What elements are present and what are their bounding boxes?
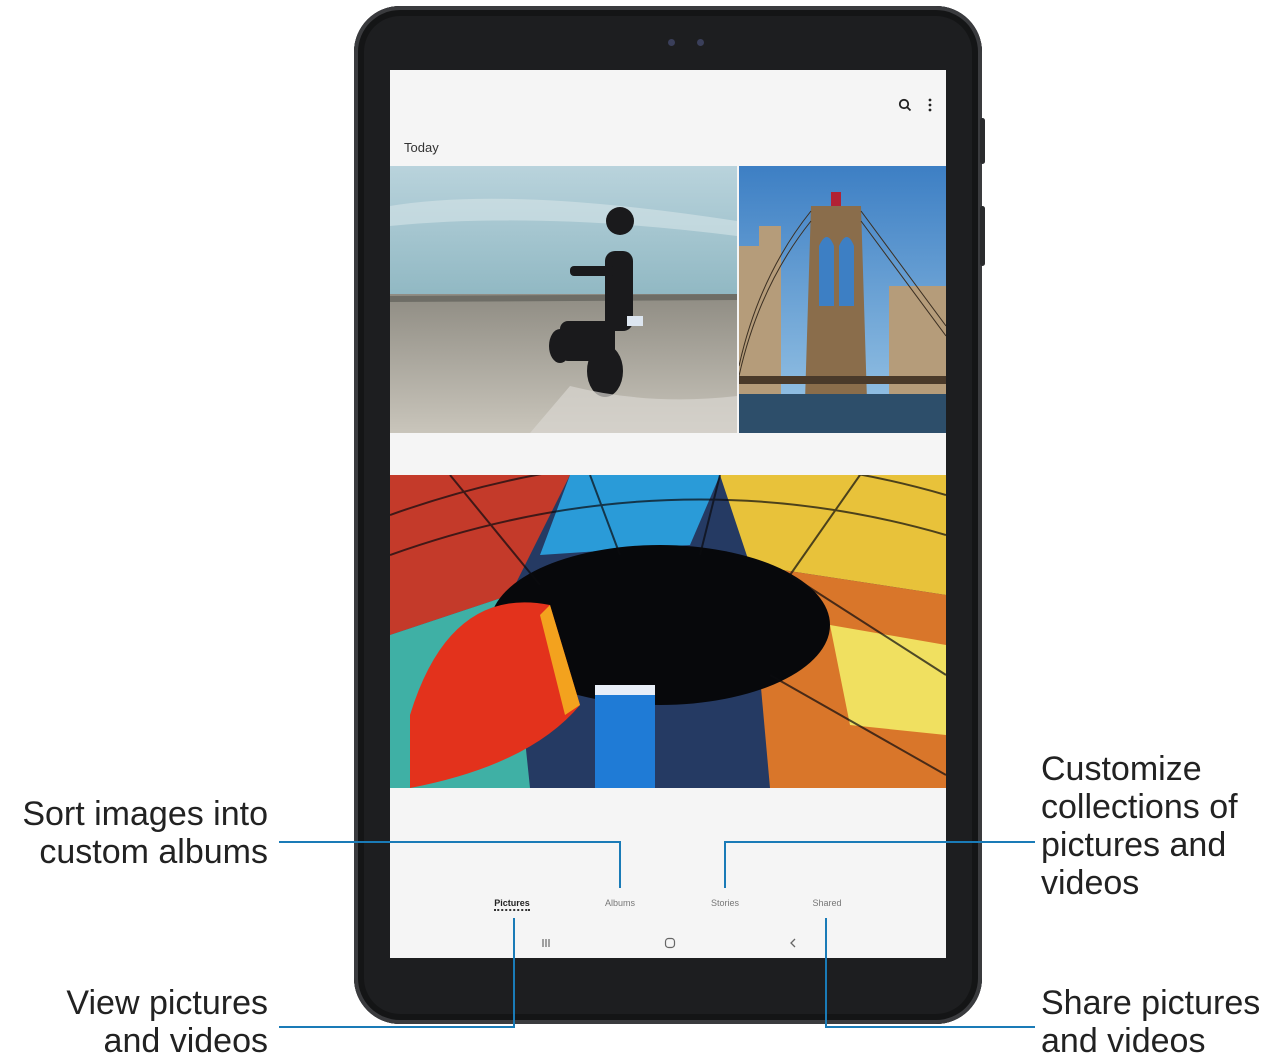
photo-thumbnail-motorcycle[interactable] [390,166,737,433]
section-header-today: Today [404,140,439,155]
gallery-toolbar [898,98,932,112]
callout-shared-text: Share pictures and videos [1041,984,1261,1060]
callout-stories: Customize collections of pictures and vi… [1041,750,1238,902]
callout-shared: Share pictures and videos [1041,984,1260,1060]
photo-thumbnail-glass-dome[interactable] [390,475,946,788]
callout-pictures-text: View pictures and videos [66,984,268,1060]
callout-stories-text: Customize collections of pictures and vi… [1041,750,1238,902]
more-vert-icon[interactable] [928,98,932,112]
sensor-icon [697,39,704,46]
callout-albums-text: Sort images into custom albums [22,795,268,871]
gallery-screen: Today Pictures Albums Stories Shared [390,70,946,958]
home-icon[interactable] [664,936,676,954]
volume-button [980,118,985,164]
back-icon[interactable] [787,936,799,954]
tab-shared[interactable]: Shared [812,898,841,908]
callout-albums: Sort images into custom albums [22,795,268,871]
recents-icon[interactable] [540,936,552,954]
bottom-tab-bar: Pictures Albums Stories Shared [390,898,946,918]
search-icon[interactable] [898,98,912,112]
tab-stories[interactable]: Stories [711,898,739,908]
photo-thumbnail-bridge[interactable] [739,166,946,433]
power-button [980,206,985,266]
tab-albums[interactable]: Albums [605,898,635,908]
callout-pictures: View pictures and videos [66,984,268,1060]
system-navigation-bar [390,930,946,958]
tab-pictures[interactable]: Pictures [494,898,530,911]
front-camera-icon [668,39,675,46]
